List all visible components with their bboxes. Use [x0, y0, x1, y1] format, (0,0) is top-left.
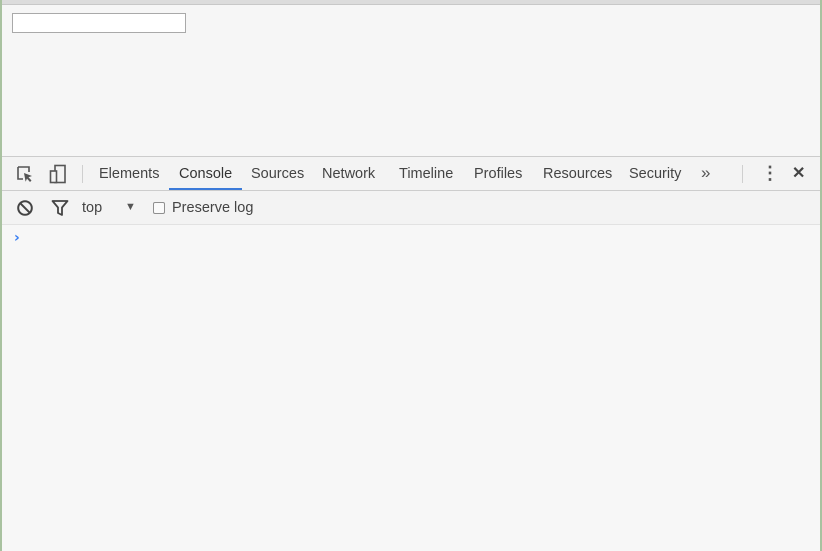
tab-elements[interactable]: Elements	[99, 157, 159, 190]
inspect-element-icon[interactable]	[12, 161, 38, 187]
toolbar-divider-right	[742, 165, 743, 183]
context-selector[interactable]: top	[82, 191, 102, 224]
more-tabs-icon[interactable]: »	[701, 157, 710, 190]
active-tab-indicator	[169, 188, 242, 190]
tab-console[interactable]: Console	[179, 157, 232, 190]
close-devtools-icon[interactable]: ✕	[792, 157, 805, 190]
console-output: ›	[2, 225, 820, 551]
preserve-log-label[interactable]: Preserve log	[172, 191, 253, 224]
devtools-toolbar: Elements Console Sources Network Timelin…	[2, 157, 820, 191]
toolbar-divider	[82, 165, 83, 183]
context-dropdown-arrow-icon[interactable]: ▼	[125, 201, 136, 213]
page-content	[2, 5, 820, 156]
device-mode-icon[interactable]	[45, 161, 71, 187]
page-text-input[interactable]	[12, 13, 186, 33]
console-filter-bar: top ▼ Preserve log	[2, 191, 820, 225]
clear-console-icon[interactable]	[12, 195, 38, 221]
tab-security[interactable]: Security	[629, 157, 681, 190]
filter-icon[interactable]	[47, 195, 73, 221]
preserve-log-checkbox[interactable]	[153, 202, 165, 214]
tab-timeline[interactable]: Timeline	[399, 157, 453, 190]
console-prompt-icon: ›	[14, 230, 20, 246]
customize-menu-icon[interactable]: ⋮	[761, 157, 779, 190]
tab-resources[interactable]: Resources	[543, 157, 612, 190]
devtools-panel: Elements Console Sources Network Timelin…	[2, 156, 820, 551]
tab-network[interactable]: Network	[322, 157, 375, 190]
tab-sources[interactable]: Sources	[251, 157, 304, 190]
browser-window: Elements Console Sources Network Timelin…	[0, 0, 822, 551]
tab-profiles[interactable]: Profiles	[474, 157, 522, 190]
console-input[interactable]	[30, 229, 810, 249]
